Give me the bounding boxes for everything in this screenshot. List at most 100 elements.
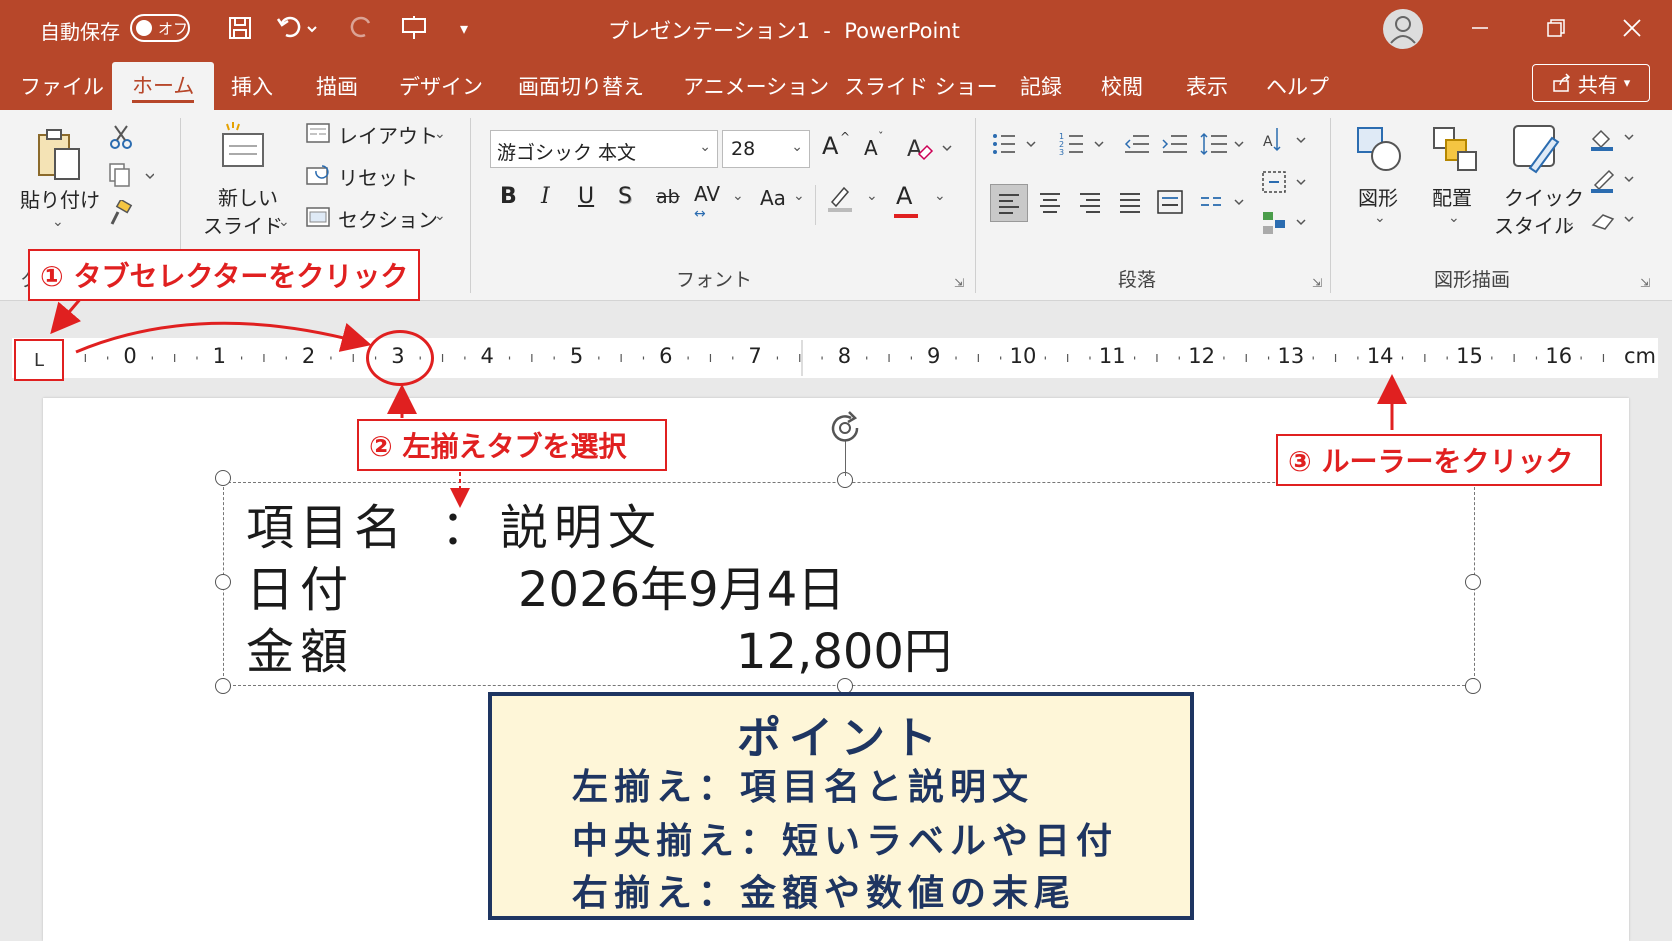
tab-record[interactable]: 記録 — [1020, 70, 1062, 104]
redo-icon[interactable] — [345, 10, 379, 46]
format-painter-icon[interactable] — [106, 198, 136, 228]
paste-chevron-icon[interactable]: ⌄ — [52, 214, 64, 230]
row3-label: 金額 — [246, 624, 355, 680]
tab-draw[interactable]: 描画 — [316, 70, 358, 104]
shadow-button[interactable]: S — [618, 184, 632, 209]
justify-icon[interactable] — [1112, 184, 1148, 220]
tab-transitions[interactable]: 画面切り替え — [518, 70, 644, 104]
shapes-label[interactable]: 図形 — [1358, 182, 1398, 211]
font-size-select[interactable]: 28 ⌄ — [722, 130, 810, 168]
tab-selector-button[interactable]: L — [14, 339, 64, 381]
smartart-icon[interactable] — [1260, 206, 1310, 238]
align-right-icon[interactable] — [1072, 184, 1108, 220]
tab-slideshow[interactable]: スライド ショー — [844, 70, 998, 104]
shape-outline-icon[interactable] — [1588, 166, 1638, 194]
shape-effects-icon[interactable] — [1588, 206, 1638, 234]
shapes-icon[interactable] — [1352, 122, 1406, 176]
rotate-handle-icon[interactable] — [827, 410, 867, 446]
change-case-chevron-icon[interactable]: ⌄ — [793, 188, 805, 204]
font-color-chevron-icon[interactable]: ⌄ — [934, 188, 946, 204]
tab-help[interactable]: ヘルプ — [1266, 70, 1329, 104]
paragraph-dialog-launcher-icon[interactable]: ⇲ — [1312, 276, 1324, 290]
new-slide-label-2[interactable]: スライド — [203, 210, 283, 239]
decrease-indent-icon[interactable] — [1122, 128, 1152, 160]
arrange-chevron-icon[interactable]: ⌄ — [1448, 210, 1460, 226]
tab-design[interactable]: デザイン — [399, 70, 483, 104]
quick-styles-icon[interactable] — [1508, 120, 1564, 176]
account-avatar[interactable] — [1383, 9, 1423, 49]
grow-font-button[interactable]: A — [822, 132, 838, 160]
clear-format-icon[interactable]: A — [904, 132, 954, 166]
resize-handle-ml[interactable] — [215, 574, 231, 590]
resize-handle-br[interactable] — [1465, 678, 1481, 694]
tab-home[interactable]: ホーム — [112, 62, 215, 110]
share-button[interactable]: 共有 ▾ — [1532, 64, 1650, 102]
tab-view[interactable]: 表示 — [1186, 70, 1228, 104]
underline-button[interactable]: U — [578, 184, 594, 209]
shapes-chevron-icon[interactable]: ⌄ — [1374, 210, 1386, 226]
paste-icon[interactable] — [30, 125, 86, 185]
align-text-icon[interactable] — [1260, 166, 1310, 198]
autosave-toggle[interactable]: オフ — [130, 14, 190, 42]
resize-handle-mr[interactable] — [1465, 574, 1481, 590]
shrink-font-button[interactable]: A — [864, 136, 878, 160]
font-name-select[interactable]: 游ゴシック 本文 ⌄ — [490, 130, 718, 168]
line-spacing-icon[interactable] — [1198, 128, 1248, 160]
section-icon[interactable] — [305, 206, 331, 228]
save-icon[interactable] — [223, 10, 257, 46]
minimize-icon[interactable] — [1462, 10, 1498, 46]
bullets-icon[interactable] — [990, 128, 1040, 160]
close-icon[interactable] — [1614, 10, 1650, 46]
text-direction-icon[interactable]: A — [1260, 124, 1310, 156]
increase-indent-icon[interactable] — [1160, 128, 1190, 160]
char-spacing-button[interactable]: AV — [694, 182, 720, 206]
arrange-label[interactable]: 配置 — [1432, 182, 1472, 211]
new-slide-chevron-icon[interactable]: ⌄ — [278, 214, 290, 230]
tab-insert[interactable]: 挿入 — [231, 70, 273, 104]
numbering-icon[interactable]: 123 — [1058, 128, 1108, 160]
new-slide-icon[interactable] — [218, 120, 268, 172]
customize-qat-icon[interactable]: ▾ — [452, 10, 476, 46]
layout-icon[interactable] — [305, 122, 331, 144]
ruler-number: 6 — [659, 344, 673, 368]
horizontal-ruler[interactable]: 0 1 2 3 4 5 6 7 8 9 10 11 12 13 14 15 16 cm — [12, 338, 1658, 378]
resize-handle-tl[interactable] — [215, 470, 231, 486]
align-left-icon[interactable] — [990, 184, 1028, 222]
resize-handle-bl[interactable] — [215, 678, 231, 694]
distributed-icon[interactable] — [1152, 184, 1188, 220]
new-slide-label-1[interactable]: 新しい — [218, 182, 278, 211]
align-center-icon[interactable] — [1032, 184, 1068, 220]
copy-icon[interactable] — [106, 160, 156, 190]
tab-animations[interactable]: アニメーション — [683, 70, 829, 104]
bold-button[interactable]: B — [500, 184, 517, 209]
highlight-icon[interactable] — [825, 180, 855, 214]
layout-label[interactable]: レイアウト — [338, 120, 438, 149]
tab-file[interactable]: ファイル — [20, 70, 104, 104]
paste-label[interactable]: 貼り付け — [20, 184, 100, 213]
font-color-button[interactable]: A — [896, 182, 912, 210]
cut-icon[interactable] — [106, 122, 136, 152]
section-label[interactable]: セクション — [338, 204, 438, 233]
shape-fill-icon[interactable] — [1588, 124, 1638, 152]
tab-review[interactable]: 校閲 — [1101, 70, 1143, 104]
italic-button[interactable]: I — [541, 184, 550, 209]
columns-icon[interactable] — [1198, 184, 1248, 220]
undo-icon[interactable] — [275, 10, 325, 46]
char-spacing-chevron-icon[interactable]: ⌄ — [732, 188, 744, 204]
arrange-icon[interactable] — [1428, 122, 1482, 176]
change-case-button[interactable]: Aa — [760, 186, 786, 210]
restore-icon[interactable] — [1538, 10, 1574, 46]
quick-styles-label-1[interactable]: クイック — [1504, 182, 1584, 211]
font-group-label: フォント — [676, 269, 753, 291]
presentation-icon[interactable] — [397, 10, 431, 46]
quick-styles-chevron-icon[interactable]: ⌄ — [1564, 214, 1576, 230]
strikethrough-button[interactable]: ab — [656, 186, 680, 208]
layout-chevron-icon[interactable]: ⌄ — [434, 126, 446, 142]
section-chevron-icon[interactable]: ⌄ — [434, 208, 446, 224]
drawing-dialog-launcher-icon[interactable]: ⇲ — [1640, 276, 1652, 290]
reset-icon[interactable] — [305, 164, 331, 186]
font-dialog-launcher-icon[interactable]: ⇲ — [954, 276, 966, 290]
quick-styles-label-2[interactable]: スタイル — [1494, 210, 1574, 239]
highlight-chevron-icon[interactable]: ⌄ — [866, 188, 878, 204]
reset-label[interactable]: リセット — [338, 162, 418, 191]
